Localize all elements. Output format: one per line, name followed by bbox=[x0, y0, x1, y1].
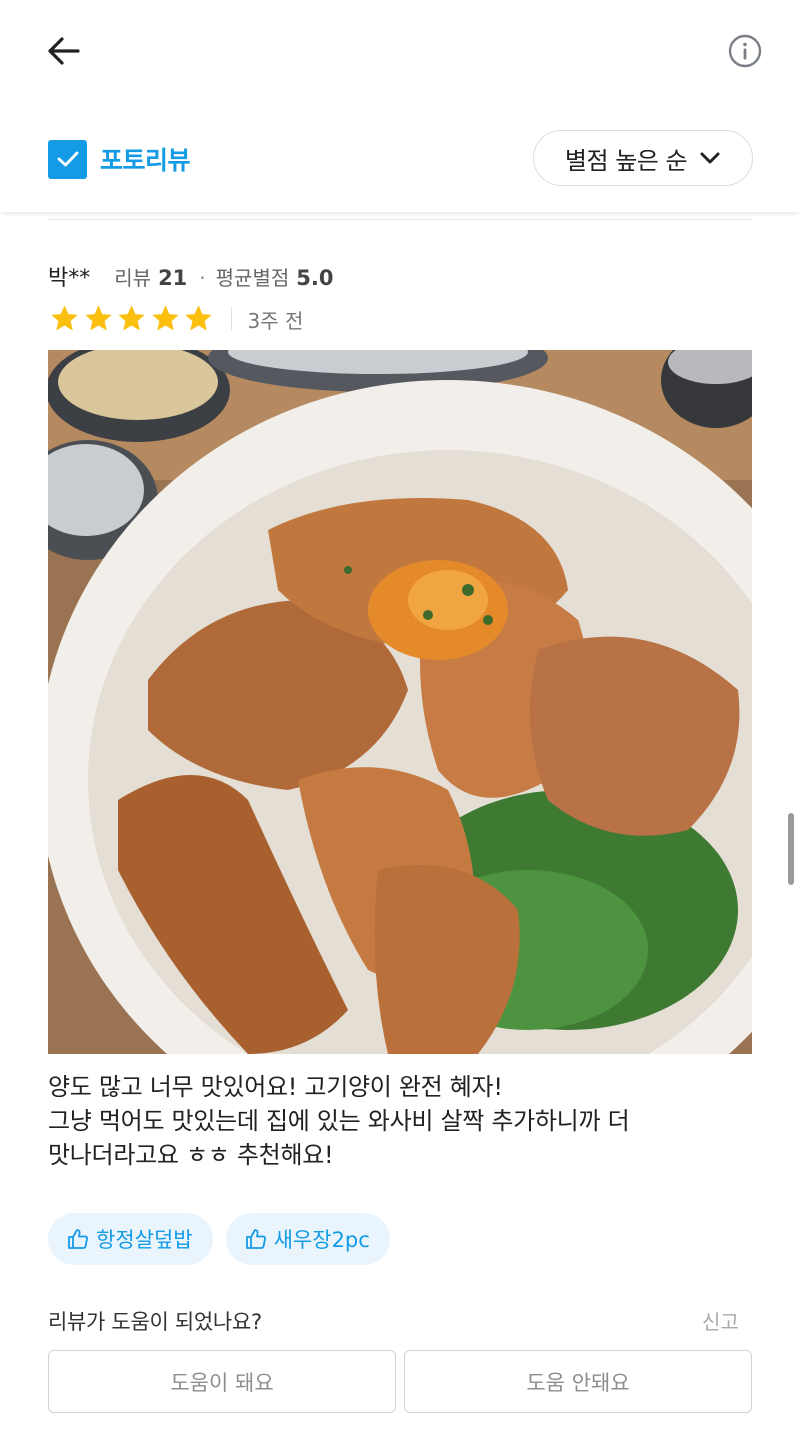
photo-review-checkbox[interactable] bbox=[48, 139, 87, 179]
photo-review-label: 포토리뷰 bbox=[100, 146, 191, 175]
menu-tag[interactable]: 항정살덮밥 bbox=[48, 1213, 213, 1265]
review-count-label: 리뷰 bbox=[114, 266, 152, 290]
info-circle-icon bbox=[728, 34, 762, 68]
star-icon bbox=[149, 303, 182, 335]
rating-divider bbox=[230, 307, 232, 331]
arrow-left-icon bbox=[48, 37, 80, 65]
star-icon bbox=[182, 303, 215, 335]
review-filter-bar: 포토리뷰 별점 높은 순 bbox=[0, 100, 800, 212]
photo-review-toggle[interactable]: 포토리뷰 bbox=[48, 138, 191, 180]
not-helpful-button[interactable]: 도움 안돼요 bbox=[404, 1350, 752, 1413]
chevron-down-icon bbox=[699, 151, 721, 165]
review-text-line: 그냥 먹어도 맛있는데 집에 있는 와사비 살짝 추가하니까 더 bbox=[48, 1107, 630, 1135]
meta-separator: · bbox=[199, 266, 206, 290]
info-button[interactable] bbox=[722, 28, 768, 74]
back-button[interactable] bbox=[40, 28, 86, 74]
menu-tag-label: 항정살덮밥 bbox=[96, 1228, 193, 1252]
checkmark-icon bbox=[57, 151, 78, 167]
scrollbar[interactable] bbox=[788, 813, 794, 885]
review-text: 양도 많고 너무 맛있어요! 고기양이 완전 혜자! 그냥 먹어도 맛있는데 집… bbox=[48, 1070, 752, 1172]
thumbs-up-icon bbox=[245, 1229, 266, 1249]
star-icon bbox=[115, 303, 148, 335]
reviewer-name: 박** bbox=[48, 266, 91, 291]
menu-tag[interactable]: 새우장2pc bbox=[225, 1213, 390, 1265]
report-link[interactable]: 신고 bbox=[702, 1306, 739, 1335]
reviewer-info: 박** 리뷰 21 · 평균별점 5.0 bbox=[48, 260, 333, 296]
section-divider bbox=[48, 219, 752, 220]
star-rating bbox=[48, 303, 216, 335]
rating-row: 3주 전 bbox=[48, 303, 303, 335]
review-count: 21 bbox=[158, 266, 188, 290]
review-photo[interactable] bbox=[48, 350, 752, 1054]
thumbs-up-icon bbox=[68, 1229, 88, 1249]
review-text-line: 맛나더라고요 ㅎㅎ 추천해요! bbox=[48, 1141, 334, 1169]
top-app-bar bbox=[0, 0, 800, 100]
avg-rating: 5.0 bbox=[296, 266, 334, 290]
star-icon bbox=[48, 303, 81, 335]
menu-tags: 항정살덮밥 새우장2pc bbox=[48, 1213, 403, 1265]
review-text-line: 양도 많고 너무 맛있어요! 고기양이 완전 혜자! bbox=[48, 1073, 503, 1101]
helpful-button[interactable]: 도움이 돼요 bbox=[48, 1350, 396, 1413]
reviewer-stats: 리뷰 21 · 평균별점 5.0 bbox=[114, 262, 333, 291]
menu-tag-label: 새우장2pc bbox=[273, 1228, 370, 1252]
review-time: 3주 전 bbox=[247, 308, 304, 333]
avg-rating-label: 평균별점 bbox=[215, 266, 290, 290]
helpful-question: 리뷰가 도움이 되었나요? bbox=[48, 1310, 262, 1334]
star-icon bbox=[82, 303, 115, 335]
food-bowl-photo bbox=[48, 350, 752, 1054]
sort-dropdown[interactable]: 별점 높은 순 bbox=[533, 130, 753, 186]
sort-label: 별점 높은 순 bbox=[564, 146, 688, 175]
